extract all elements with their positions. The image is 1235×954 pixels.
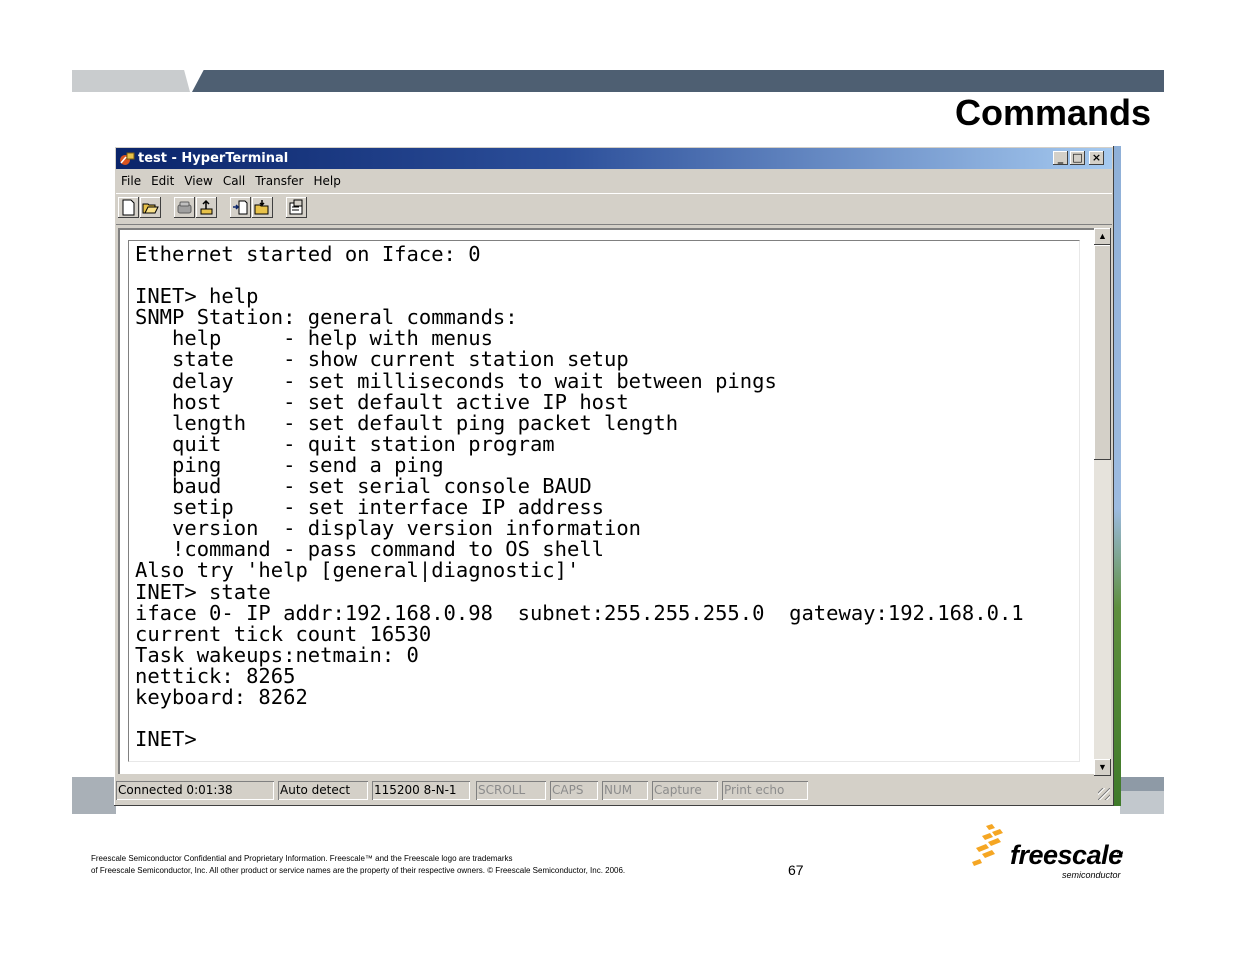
footer-band-left (72, 777, 116, 814)
terminal-line: INET> state (135, 579, 271, 604)
freescale-logo: freescale ™ semiconductor (970, 822, 1140, 884)
terminal-line: state - show current station setup (135, 347, 629, 372)
footer-line-2: of Freescale Semiconductor, Inc. All oth… (91, 866, 626, 875)
scroll-down-arrow-icon[interactable]: ▼ (1094, 759, 1111, 776)
terminal-line: Task wakeups:netmain: 0 (135, 642, 419, 667)
open-button[interactable] (140, 197, 161, 218)
open-folder-icon (142, 203, 159, 214)
footer-band-right (1120, 777, 1164, 791)
terminal-line: iface 0- IP addr:192.168.0.98 subnet:255… (135, 600, 1024, 625)
call-button[interactable] (174, 197, 195, 218)
maximize-button[interactable]: □ (1070, 151, 1085, 165)
terminal-line: delay - set milliseconds to wait between… (135, 368, 777, 393)
status-num: NUM (602, 781, 648, 800)
minimize-button[interactable]: _ (1053, 151, 1068, 165)
footer-band-right-lower (1120, 791, 1164, 814)
status-print-echo: Print echo (722, 781, 808, 800)
hyperterminal-icon (120, 152, 135, 165)
terminal-line: length - set default ping packet length (135, 410, 679, 435)
title-bar[interactable]: test - HyperTerminal _ □ × (116, 148, 1112, 169)
menu-help[interactable]: Help (309, 171, 346, 188)
terminal-line: setip - set interface IP address (135, 495, 604, 520)
toolbar (116, 193, 1112, 225)
new-file-button[interactable] (118, 197, 139, 218)
footer-line-1: Freescale Semiconductor Confidential and… (91, 854, 513, 863)
terminal-line: current tick count 16530 (135, 621, 432, 646)
menu-call[interactable]: Call (218, 171, 250, 188)
menu-view[interactable]: View (179, 171, 217, 188)
hyperterminal-window: test - HyperTerminal _ □ × File Edit View C… (114, 146, 1114, 806)
receive-file-icon (254, 200, 269, 215)
send-file-icon (233, 200, 248, 215)
disconnect-icon (200, 199, 213, 215)
terminal-line: help - help with menus (135, 326, 493, 351)
terminal-line: Ethernet started on Iface: 0 (135, 242, 481, 266)
status-port-settings: 115200 8-N-1 (372, 781, 470, 800)
terminal-area[interactable]: Ethernet started on Iface: 0 INET> help S… (118, 228, 1094, 774)
status-scroll: SCROLL (476, 781, 546, 800)
footer-legal: Freescale Semiconductor Confidential and… (91, 853, 625, 877)
menu-file[interactable]: File (116, 171, 146, 188)
properties-button[interactable] (286, 197, 307, 218)
status-connected: Connected 0:01:38 (116, 781, 274, 800)
send-button[interactable] (230, 197, 251, 218)
logo-wordmark: freescale (1010, 840, 1123, 870)
receive-button[interactable] (252, 197, 273, 218)
terminal-output: Ethernet started on Iface: 0 INET> help S… (135, 242, 1024, 752)
terminal-line: nettick: 8265 (135, 663, 296, 688)
vertical-scrollbar[interactable]: ▲ ▼ (1094, 228, 1111, 776)
header-band (192, 70, 1164, 92)
logo-subtitle: semiconductor (1062, 870, 1121, 880)
status-capture: Capture (652, 781, 718, 800)
terminal-line: keyboard: 8262 (135, 684, 308, 709)
call-phone-icon (177, 201, 192, 214)
logo-trademark: ™ (1116, 850, 1124, 859)
slide-title: Commands (954, 92, 1151, 133)
terminal-line: Also try 'help [general|diagnostic]' (135, 558, 580, 583)
properties-icon (289, 199, 303, 215)
page-number: 67 (788, 862, 804, 878)
window-title: test - HyperTerminal (138, 151, 289, 166)
header-band-left (72, 70, 190, 92)
status-caps: CAPS (550, 781, 598, 800)
menu-transfer[interactable]: Transfer (250, 171, 308, 188)
scroll-thumb[interactable] (1094, 245, 1111, 460)
menu-edit[interactable]: Edit (146, 171, 179, 188)
terminal-line: host - set default active IP host (135, 389, 629, 414)
terminal-line: baud - set serial console BAUD (135, 474, 592, 499)
resize-grip[interactable] (1098, 788, 1110, 800)
terminal-line: INET> (135, 727, 197, 752)
menu-bar: File Edit View Call Transfer Help (116, 171, 1112, 191)
close-button[interactable]: × (1089, 151, 1104, 165)
status-bar: Connected 0:01:38 Auto detect 115200 8-N… (116, 780, 1112, 802)
scroll-up-arrow-icon[interactable]: ▲ (1094, 228, 1111, 245)
terminal-line: SNMP Station: general commands: (135, 305, 518, 330)
terminal-line: quit - quit station program (135, 431, 555, 456)
terminal-line: ping - send a ping (135, 452, 444, 477)
terminal-line: !command - pass command to OS shell (135, 537, 604, 562)
disconnect-button[interactable] (196, 197, 217, 218)
terminal-screen: Ethernet started on Iface: 0 INET> help S… (128, 240, 1080, 762)
status-detect: Auto detect (278, 781, 368, 800)
new-file-icon (122, 199, 135, 216)
terminal-line: version - display version information (135, 516, 642, 541)
terminal-line: INET> help (135, 284, 259, 309)
